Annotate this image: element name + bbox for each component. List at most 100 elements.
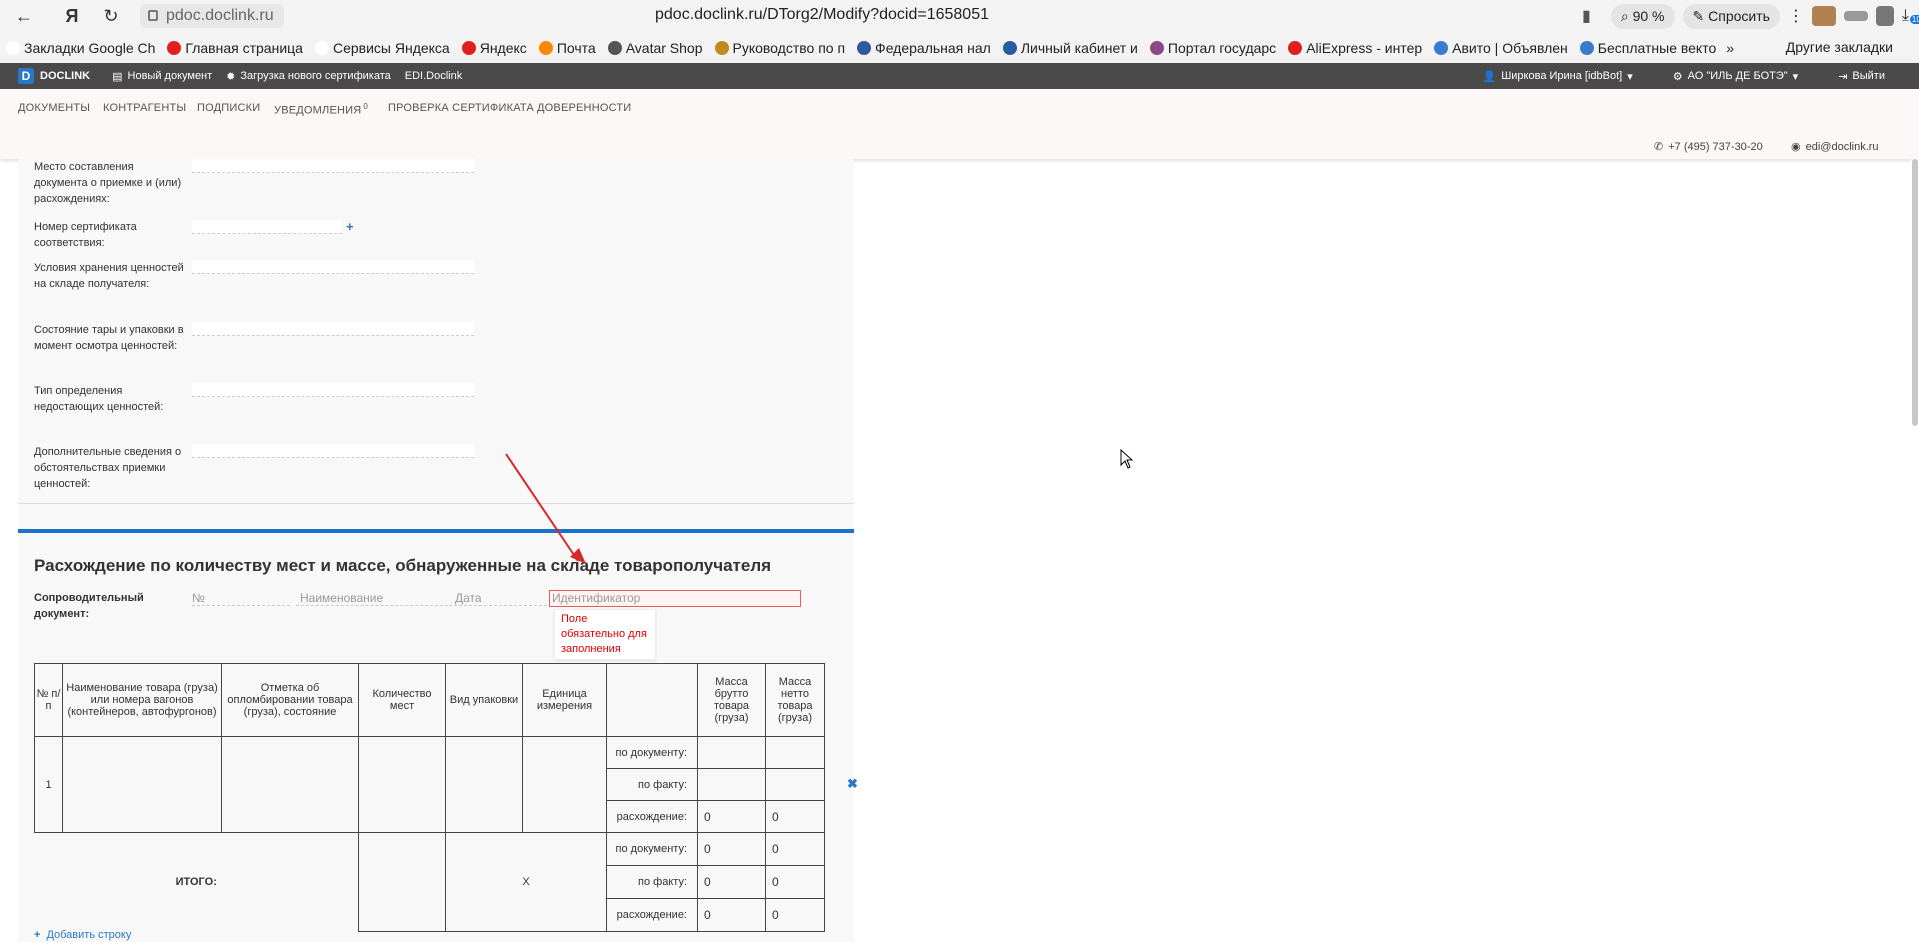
bookmark-label: Бесплатные векто	[1597, 39, 1717, 56]
org-menu[interactable]: ⚙ АО "ИЛЬ ДЕ БОТЭ" ▾	[1673, 70, 1798, 83]
cell-name[interactable]	[62, 736, 222, 833]
bookmark-item[interactable]: Федеральная нал	[851, 40, 997, 56]
cell-unit[interactable]	[522, 736, 607, 833]
doclink-logo[interactable]: D	[18, 68, 34, 84]
place-field[interactable]	[192, 159, 474, 173]
edi-link[interactable]: EDI.Doclink	[405, 70, 462, 82]
menu-dots-icon[interactable]: ⋮	[1788, 6, 1804, 26]
new-document-link[interactable]: ▤ Новый документ	[112, 70, 212, 83]
table-header-row: № п/п Наименование товара (груза) или но…	[34, 663, 825, 737]
bookmark-label: Сервисы Яндекса	[332, 39, 450, 56]
row-number: 1	[34, 736, 63, 833]
email-icon: ◉	[1791, 141, 1801, 153]
cell-net-doc[interactable]	[765, 736, 825, 769]
reload-button[interactable]: ↻	[97, 2, 125, 30]
upload-cert-label: Загрузка нового сертификата	[240, 70, 391, 82]
ask-button[interactable]: ✎ Спросить	[1682, 3, 1780, 29]
total-places	[358, 832, 446, 932]
bookmark-item[interactable]: Авито | Объявлен	[1428, 40, 1574, 56]
accomp-name-field[interactable]: Наименование	[296, 590, 448, 606]
bookmark-item[interactable]: Главная страница	[161, 40, 309, 56]
bookmark-label: Руководство по п	[732, 39, 846, 56]
address-bar[interactable]: pdoc.doclink.ru	[140, 4, 284, 28]
downloads-badge: 10	[1909, 15, 1919, 24]
remove-row-icon[interactable]: ✖	[847, 776, 858, 792]
bookmark-favicon-icon	[857, 40, 872, 55]
menu-cert-check[interactable]: ПРОВЕРКА СЕРТИФИКАТА	[388, 102, 534, 114]
add-cert-icon[interactable]: +	[346, 219, 354, 234]
col-name: Наименование товара (груза) или номера в…	[62, 663, 222, 737]
additional-field[interactable]	[192, 444, 474, 458]
table-row: 1 по документу:	[34, 736, 825, 833]
window-icon[interactable]	[1843, 11, 1868, 21]
cell-seal[interactable]	[221, 736, 359, 833]
cell-gross-fact[interactable]	[697, 768, 766, 801]
bookmark-favicon-icon	[1002, 40, 1017, 55]
menu-notifications[interactable]: УВЕДОМЛЕНИЯ 0	[274, 102, 368, 117]
bookmark-label: Яндекс	[479, 39, 527, 56]
cell-places[interactable]	[358, 736, 446, 833]
menu-signatures[interactable]: ПОДПИСКИ	[197, 102, 260, 114]
by-doc-label: по документу:	[606, 736, 698, 769]
cell-pack[interactable]	[445, 736, 523, 833]
bookmark-item[interactable]: Закладки Google Ch	[0, 40, 161, 56]
phone-number: +7 (495) 737-30-20	[1668, 140, 1763, 153]
add-row-button[interactable]: + Добавить строку	[34, 929, 131, 941]
storage-label: Условия хранения ценностей на складе пол…	[34, 262, 184, 290]
bookmark-label: AliExpress - интер	[1306, 39, 1423, 56]
browser-actions: ▮ ⌕ 90 % ✎ Спросить ⋮ ⤓ 10	[1582, 0, 1919, 32]
bookmark-icon[interactable]: ▮	[1582, 6, 1591, 26]
bookmark-favicon-icon	[6, 40, 20, 55]
packaging-field[interactable]	[192, 322, 474, 336]
bookmark-favicon-icon	[1434, 40, 1449, 55]
divider	[18, 503, 854, 504]
cell-net-fact[interactable]	[765, 768, 825, 801]
accomp-id-field[interactable]: Идентификатор	[549, 590, 801, 607]
cell-gross-doc[interactable]	[697, 736, 766, 769]
logout-link[interactable]: ⇥ Выйти	[1838, 70, 1885, 83]
lock-icon	[148, 10, 158, 21]
yandex-button[interactable]: Я	[58, 2, 86, 30]
menu-documents[interactable]: ДОКУМЕНТЫ	[18, 102, 90, 114]
accomp-number-field[interactable]: №	[192, 590, 290, 606]
total-by-fact-label: по факту:	[606, 865, 698, 899]
bookmark-item[interactable]: Руководство по п	[709, 40, 852, 56]
total-net-fact: 0	[765, 865, 825, 899]
bookmark-item[interactable]: Почта	[533, 40, 602, 56]
bookmark-item[interactable]: AliExpress - интер	[1282, 40, 1428, 56]
bookmark-item[interactable]: Сервисы Яндекса	[309, 40, 456, 56]
upload-cert-link[interactable]: ✹ Загрузка нового сертификата	[226, 70, 391, 83]
user-icon: 👤	[1482, 70, 1497, 83]
back-button[interactable]: ←	[10, 2, 38, 30]
cert-field[interactable]	[192, 220, 342, 234]
zoom-control[interactable]: ⌕ 90 %	[1610, 3, 1675, 29]
total-net-doc: 0	[765, 832, 825, 866]
user-menu[interactable]: 👤 Ширкова Ирина [idbBot] ▾	[1483, 70, 1633, 83]
extension-icon[interactable]	[1811, 6, 1836, 26]
accomp-date-field[interactable]: Дата	[449, 590, 547, 606]
bookmark-item[interactable]: Avatar Shop	[602, 40, 709, 56]
email-contact[interactable]: ◉ edi@doclink.ru	[1791, 140, 1879, 154]
section-title: Расхождение по количеству мест и массе, …	[34, 556, 772, 575]
app-header: D DOCLINK ▤ Новый документ ✹ Загрузка ново…	[0, 63, 1919, 89]
storage-field[interactable]	[192, 260, 474, 274]
col-unit: Единица измерения	[522, 663, 607, 737]
bookmark-item[interactable]: Бесплатные векто	[1574, 40, 1722, 56]
scrollbar-thumb[interactable]	[1912, 159, 1918, 426]
other-bookmarks-folder[interactable]: Другие закладки	[1786, 39, 1893, 55]
brand-name[interactable]: DOCLINK	[40, 70, 90, 82]
collections-icon[interactable]	[1875, 6, 1894, 26]
total-gross-doc: 0	[697, 832, 766, 866]
gear-icon: ⚙	[1672, 70, 1683, 83]
bookmark-favicon-icon	[314, 40, 329, 55]
menu-contractors[interactable]: КОНТРАГЕНТЫ	[103, 102, 186, 114]
bookmark-favicon-icon	[1288, 40, 1303, 55]
bookmark-item[interactable]: Яндекс	[456, 40, 533, 56]
menu-powers[interactable]: ДОВЕРЕННОСТИ	[537, 102, 631, 114]
shortage-field[interactable]	[192, 383, 474, 397]
bookmarks-more-button[interactable]: »	[1726, 40, 1734, 56]
downloads-icon[interactable]: ⤓ 10	[1902, 7, 1919, 25]
bookmark-item[interactable]: Личный кабинет и	[997, 40, 1144, 56]
bookmark-item[interactable]: Портал государс	[1144, 40, 1282, 56]
total-net-diff: 0	[765, 898, 825, 932]
